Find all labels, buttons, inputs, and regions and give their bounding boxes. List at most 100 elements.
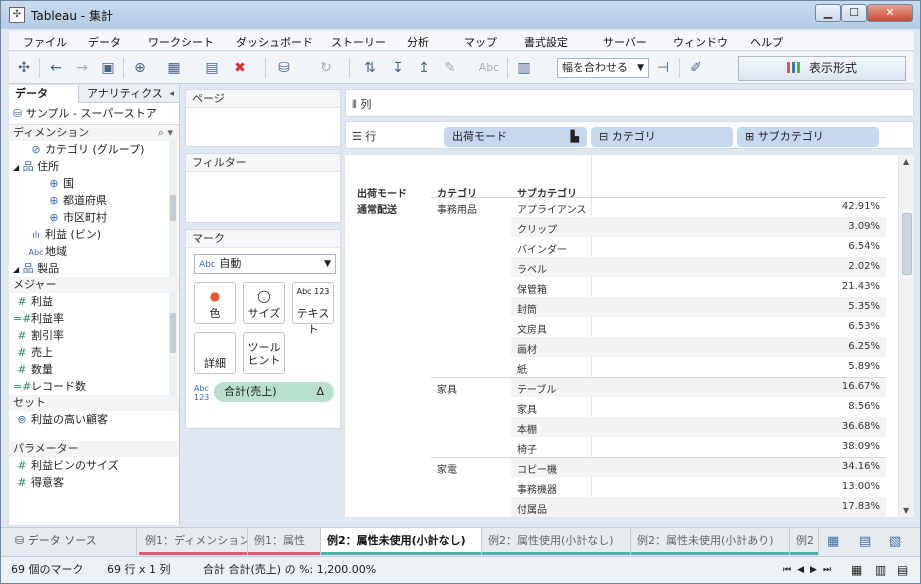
field-item[interactable]: ılı 利益 (ビン) bbox=[9, 226, 179, 243]
new-dashboard-icon[interactable]: ▤ bbox=[859, 534, 871, 549]
sheet-tab[interactable]: 例2：属性使用(小計なし) bbox=[482, 528, 631, 555]
value-cell[interactable]: 5.89% bbox=[848, 361, 880, 372]
subcategory-cell[interactable]: 封筒 bbox=[517, 301, 537, 316]
subcategory-cell[interactable]: ラベル bbox=[517, 261, 547, 276]
show-me-button[interactable]: 表示形式 bbox=[738, 56, 906, 81]
new-worksheet-icon[interactable]: ▦ bbox=[827, 534, 839, 549]
ship-mode-cell[interactable]: 通常配送 bbox=[357, 201, 397, 216]
sheet-tab[interactable]: 例1：属性 bbox=[248, 528, 321, 555]
search-icon[interactable]: ⌕ ▾ bbox=[158, 125, 173, 140]
sheet-tab[interactable]: 例1：ディメンション bbox=[139, 528, 248, 555]
annotate-icon[interactable]: ✐ bbox=[685, 57, 707, 79]
sheet-nav-icons[interactable]: ⏮◀▶⏭ bbox=[783, 557, 837, 583]
dimension-scrollbar[interactable] bbox=[169, 141, 177, 277]
measure-scrollbar[interactable] bbox=[169, 293, 177, 395]
subcategory-cell[interactable]: クリップ bbox=[517, 221, 557, 236]
new-story-icon[interactable]: ▧ bbox=[889, 534, 901, 549]
rows-shelf[interactable]: ☰ 行 出荷モード ▙ ⊟ カテゴリ ⊞ サブカテゴリ bbox=[345, 121, 914, 149]
subcategory-cell[interactable]: 紙 bbox=[517, 361, 527, 376]
field-item[interactable]: ⊕ 都道府県 bbox=[9, 192, 179, 209]
subcategory-cell[interactable]: 画材 bbox=[517, 341, 537, 356]
field-item[interactable]: # 利益ビンのサイズ bbox=[9, 457, 179, 474]
value-cell[interactable]: 8.56% bbox=[848, 401, 880, 412]
text-button[interactable]: Abc 123 テキスト bbox=[292, 282, 334, 336]
filters-card[interactable]: フィルター bbox=[185, 153, 341, 223]
view-sheet-sorter-icon[interactable]: ▦ bbox=[851, 557, 862, 583]
value-cell[interactable]: 36.68% bbox=[842, 421, 880, 432]
detail-button[interactable]: 詳細 bbox=[194, 332, 236, 374]
subcategory-cell[interactable]: バインダー bbox=[517, 241, 567, 256]
field-item[interactable]: =#利益率 bbox=[9, 310, 179, 327]
value-cell[interactable]: 16.67% bbox=[842, 381, 880, 392]
value-cell[interactable]: 34.16% bbox=[842, 461, 880, 472]
fit-dropdown[interactable]: 幅を合わせる ▼ bbox=[557, 58, 649, 78]
show-labels-icon[interactable]: Abc bbox=[475, 57, 503, 79]
field-item[interactable]: # 数量 bbox=[9, 361, 179, 378]
value-cell[interactable]: 5.35% bbox=[848, 301, 880, 312]
pin-icon[interactable]: ⊣ bbox=[652, 57, 674, 79]
menu-dashboard[interactable]: ダッシュボード bbox=[236, 34, 313, 50]
subcategory-cell[interactable]: 文房具 bbox=[517, 321, 547, 336]
size-button[interactable]: ◯ サイズ bbox=[243, 282, 285, 324]
view-tabs-icon[interactable]: ▤ bbox=[897, 557, 908, 583]
menu-format[interactable]: 書式設定 bbox=[524, 34, 568, 50]
view-filmstrip-icon[interactable]: ▥ bbox=[875, 557, 886, 583]
menu-story[interactable]: ストーリー bbox=[331, 34, 386, 50]
field-item[interactable]: # 利益 bbox=[9, 293, 179, 310]
sum-sales-pill[interactable]: 合計(売上) Δ bbox=[214, 382, 334, 402]
tab-data[interactable]: データ bbox=[9, 85, 79, 103]
menu-worksheet[interactable]: ワークシート bbox=[148, 34, 214, 50]
new-worksheet-icon[interactable]: ▦ bbox=[163, 57, 185, 79]
collapse-icon[interactable]: ◂ bbox=[169, 85, 174, 103]
redo-icon[interactable]: → bbox=[71, 57, 93, 79]
sort-ascending-icon[interactable]: ↧ bbox=[387, 57, 409, 79]
subcategory-cell[interactable]: 本棚 bbox=[517, 421, 537, 436]
category-cell[interactable]: 家具 bbox=[437, 381, 457, 396]
pill-ship-mode[interactable]: 出荷モード ▙ bbox=[444, 127, 587, 147]
field-item[interactable]: ◢ 品製品 bbox=[9, 260, 179, 277]
value-cell[interactable]: 38.09% bbox=[842, 441, 880, 452]
field-item[interactable]: ⊕ 国 bbox=[9, 175, 179, 192]
field-item[interactable]: ⊘ カテゴリ (グループ) bbox=[9, 141, 179, 158]
menu-help[interactable]: ヘルプ bbox=[750, 34, 783, 50]
subcategory-cell[interactable]: 家具 bbox=[517, 401, 537, 416]
subcategory-cell[interactable]: テーブル bbox=[517, 381, 556, 396]
field-item[interactable]: ⊕ 市区町村 bbox=[9, 209, 179, 226]
value-cell[interactable]: 21.43% bbox=[842, 281, 880, 292]
refresh-icon[interactable]: ↻ bbox=[315, 57, 337, 79]
menu-file[interactable]: ファイル bbox=[23, 34, 67, 50]
value-cell[interactable]: 6.25% bbox=[848, 341, 880, 352]
clear-sheet-icon[interactable]: ✖ bbox=[229, 57, 251, 79]
tab-datasource[interactable]: ⛁ データ ソース bbox=[9, 528, 137, 555]
category-cell[interactable]: 家電 bbox=[437, 461, 457, 476]
menu-data[interactable]: データ bbox=[88, 34, 121, 50]
tableau-logo-icon[interactable]: ✣ bbox=[13, 57, 35, 79]
undo-icon[interactable]: ← bbox=[45, 57, 67, 79]
value-cell[interactable]: 17.83% bbox=[842, 501, 880, 512]
subcategory-cell[interactable]: アプライアンス bbox=[517, 201, 586, 216]
maximize-button[interactable]: ☐ bbox=[841, 4, 867, 22]
fix-axes-icon[interactable]: ▥ bbox=[513, 57, 535, 79]
menu-window[interactable]: ウィンドウ bbox=[673, 34, 728, 50]
field-item[interactable]: ◢ 品住所 bbox=[9, 158, 179, 175]
pill-subcategory[interactable]: ⊞ サブカテゴリ bbox=[737, 127, 879, 147]
field-item[interactable]: # 得意客 bbox=[9, 474, 179, 491]
subcategory-cell[interactable]: コピー機 bbox=[517, 461, 557, 476]
value-cell[interactable]: 13.00% bbox=[842, 481, 880, 492]
field-item[interactable]: Abc 地域 bbox=[9, 243, 179, 260]
sort-descending-icon[interactable]: ↥ bbox=[413, 57, 435, 79]
field-item[interactable]: ⊚ 利益の高い顧客 bbox=[9, 411, 179, 428]
datasource-item[interactable]: ⛁ サンプル - スーパーストア bbox=[9, 103, 179, 125]
duplicate-sheet-icon[interactable]: ▤ bbox=[201, 57, 223, 79]
new-datasource-icon[interactable]: ⊕ bbox=[129, 57, 151, 79]
field-item[interactable]: # 割引率 bbox=[9, 327, 179, 344]
value-cell[interactable]: 6.53% bbox=[848, 321, 880, 332]
field-item[interactable]: =#レコード数 bbox=[9, 378, 179, 395]
swap-icon[interactable]: ⇅ bbox=[359, 57, 381, 79]
tab-analytics[interactable]: アナリティクス bbox=[81, 85, 169, 103]
minimize-button[interactable]: ▁ bbox=[815, 4, 841, 22]
menu-server[interactable]: サーバー bbox=[603, 34, 647, 50]
menu-analysis[interactable]: 分析 bbox=[407, 34, 429, 50]
value-cell[interactable]: 42.91% bbox=[842, 201, 880, 212]
tooltip-button[interactable]: ツール ヒント bbox=[243, 332, 285, 374]
